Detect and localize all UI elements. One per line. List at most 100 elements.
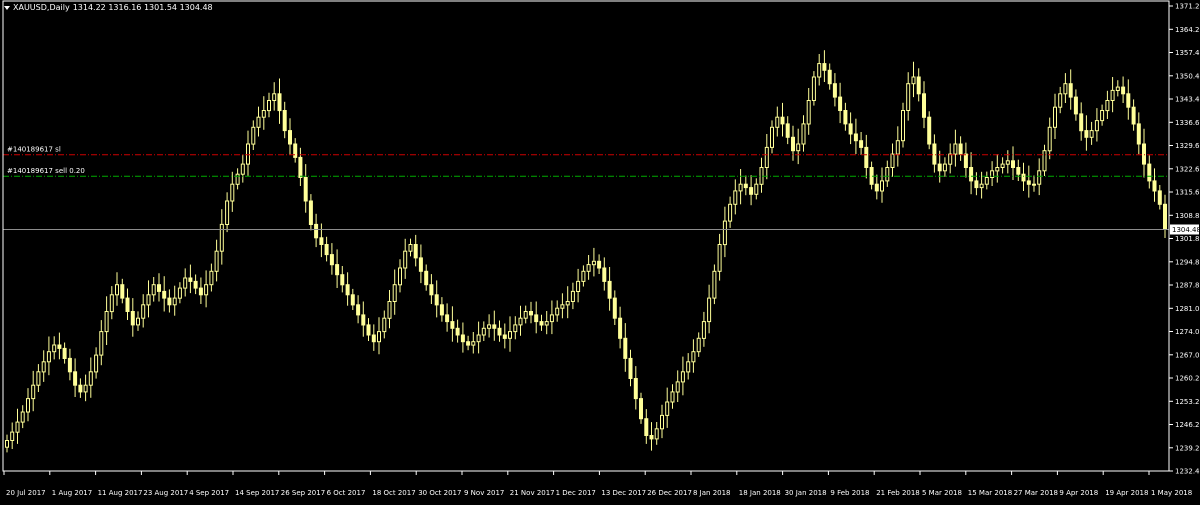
candle-body <box>219 223 224 252</box>
candle-body <box>570 290 575 302</box>
x-tick-label: 9 Feb 2018 <box>830 489 869 497</box>
candle-body <box>125 297 130 313</box>
candle-body <box>602 267 607 282</box>
candle-body <box>193 280 198 289</box>
price-chart[interactable]: #140189617 sl #140189617 sell 0.20 1371.2… <box>0 0 1200 501</box>
candle-body <box>225 200 230 225</box>
candle-body <box>1079 113 1084 132</box>
candle-body <box>864 146 869 168</box>
candle-body <box>639 398 643 420</box>
candle-body <box>497 327 502 336</box>
candle-body <box>177 287 182 299</box>
candle-body <box>591 260 596 266</box>
candle-body <box>246 143 250 165</box>
candle-body <box>848 123 853 135</box>
candle-body <box>314 223 319 239</box>
candle-body <box>1068 83 1073 98</box>
candle-body <box>502 334 507 339</box>
candle-body <box>46 351 51 363</box>
candle-body <box>560 304 565 309</box>
candle-body <box>288 130 292 145</box>
candle-body <box>167 297 172 306</box>
candle-body <box>109 294 114 313</box>
candle-body <box>387 301 392 319</box>
candle-body <box>1100 110 1105 122</box>
y-tick-label: 1315.60 <box>1175 189 1200 197</box>
candle-body <box>529 311 533 316</box>
candle-body <box>644 418 649 437</box>
candle-body <box>696 337 701 353</box>
candle-body <box>439 304 444 316</box>
candle-body <box>680 371 685 383</box>
candle-body <box>791 136 795 152</box>
candle-body <box>366 324 371 336</box>
x-tick-label: 14 Sep 2017 <box>235 489 279 497</box>
candle-body <box>513 324 518 333</box>
candle-body <box>319 237 324 246</box>
y-tick-label: 1329.60 <box>1175 142 1200 150</box>
chart-canvas[interactable]: #140189617 sl #140189617 sell 0.20 1371.2… <box>0 0 1200 501</box>
candle-body <box>293 143 298 158</box>
x-tick-label: 9 Nov 2017 <box>464 489 504 497</box>
candle-body <box>1105 100 1110 112</box>
candle-body <box>942 163 947 172</box>
candle-body <box>728 203 733 222</box>
candle-body <box>775 116 780 128</box>
candle-body <box>738 183 743 192</box>
candle-body <box>701 321 706 339</box>
candle-body <box>403 250 408 269</box>
chart-header[interactable]: XAUUSD,Daily 1314.22 1316.16 1301.54 130… <box>4 3 213 12</box>
candle-body <box>88 371 93 386</box>
candle-body <box>78 384 83 393</box>
candle-body <box>272 93 277 102</box>
candle-body <box>1005 160 1010 165</box>
candle-body <box>911 76 916 85</box>
candle-body <box>1026 180 1031 185</box>
candle-body <box>188 277 193 282</box>
y-tick-label: 1246.20 <box>1175 421 1200 429</box>
candle-body <box>806 100 811 125</box>
candle-body <box>733 190 738 205</box>
candle-body <box>859 140 864 148</box>
dropdown-triangle-icon[interactable] <box>4 5 10 10</box>
candle-body <box>618 317 623 339</box>
candle-body <box>99 331 104 356</box>
candle-body <box>57 344 62 349</box>
y-tick-label: 1267.00 <box>1175 351 1200 359</box>
candle-body <box>83 384 88 393</box>
candle-body <box>984 177 989 185</box>
y-tick-label: 1350.40 <box>1175 72 1200 80</box>
candle-body <box>267 100 271 112</box>
candle-body <box>1089 130 1094 138</box>
candle-body <box>350 294 355 306</box>
candle-body <box>240 163 245 175</box>
x-tick-label: 26 Dec 2017 <box>647 489 692 497</box>
candle-body <box>308 200 313 225</box>
candle-body <box>853 133 858 142</box>
y-tick-label: 1301.80 <box>1175 235 1200 243</box>
candle-body <box>377 331 381 343</box>
candle-body <box>675 381 680 393</box>
candle-body <box>832 83 837 98</box>
candle-body <box>565 301 570 306</box>
candle-body <box>901 110 905 142</box>
candle-body <box>549 314 554 323</box>
y-tick-label: 1239.20 <box>1175 444 1200 452</box>
candle-body <box>1110 89 1115 102</box>
candle-body <box>36 371 41 386</box>
candle-body <box>1042 150 1047 172</box>
candle-body <box>450 321 455 329</box>
y-tick-label: 1371.20 <box>1175 3 1200 11</box>
x-tick-label: 21 Feb 2018 <box>876 489 920 497</box>
stop-loss-label: #140189617 sl <box>7 146 61 154</box>
candle-body <box>581 270 586 282</box>
x-tick-label: 1 Dec 2017 <box>556 489 596 497</box>
candle-body <box>198 287 203 296</box>
candle-body <box>544 321 549 326</box>
y-tick-label: 1343.40 <box>1175 96 1200 104</box>
x-tick-label: 11 Aug 2017 <box>98 489 143 497</box>
y-tick-label: 1308.80 <box>1175 212 1200 220</box>
candle-body <box>31 384 36 400</box>
candle-body <box>822 63 827 71</box>
candle-body <box>104 311 109 333</box>
